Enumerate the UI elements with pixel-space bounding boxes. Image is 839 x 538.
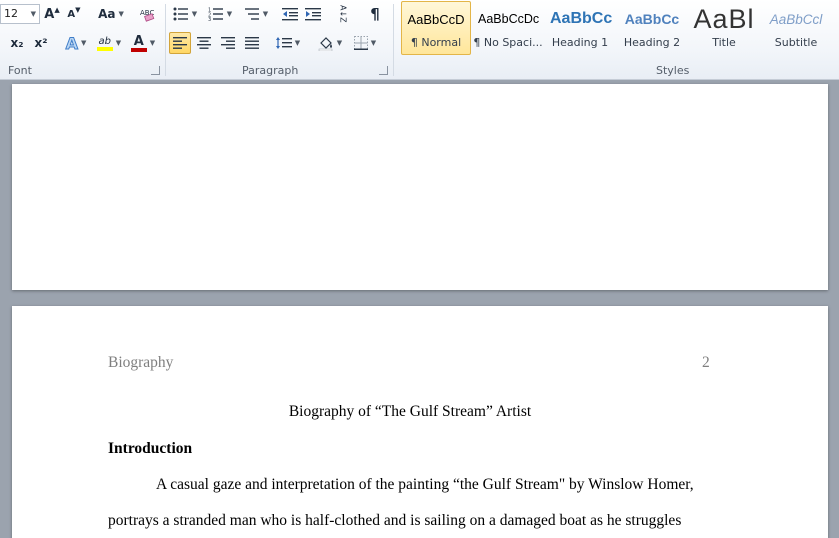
style-title[interactable]: AaBl Title xyxy=(689,1,759,55)
style-sample: AaBbCc xyxy=(624,11,680,27)
bullets-icon xyxy=(173,7,188,21)
paragraph-group-label: Paragraph xyxy=(242,64,299,77)
highlight-color-swatch xyxy=(96,46,113,51)
style-name: Heading 2 xyxy=(623,36,681,49)
style-sample: AaBl xyxy=(693,3,755,34)
paragraph-dialog-launcher-icon[interactable] xyxy=(379,66,388,75)
page-header-text: Biography xyxy=(108,354,174,371)
decrease-indent-icon xyxy=(282,8,298,21)
line-spacing-button[interactable]: ▼ xyxy=(272,32,304,54)
multilevel-list-button[interactable]: ▼ xyxy=(240,3,272,25)
style-no-spacing[interactable]: AaBbCcDc ¶ No Spaci... xyxy=(473,1,543,55)
justify-icon xyxy=(245,37,259,49)
font-color-button[interactable]: A ▼ xyxy=(127,32,159,54)
clear-formatting-icon: ABC xyxy=(140,9,154,22)
style-normal[interactable]: AaBbCcD ¶ Normal xyxy=(401,1,471,55)
text-effects-icon: A xyxy=(65,33,78,53)
increase-indent-icon xyxy=(305,8,321,21)
style-name: Subtitle xyxy=(774,36,818,49)
shrink-font-button[interactable]: A ▼ xyxy=(65,3,83,25)
style-sample: AaBbCc xyxy=(550,10,613,27)
style-name: Title xyxy=(712,36,736,49)
style-name: Heading 1 xyxy=(551,36,609,49)
align-center-button[interactable] xyxy=(193,32,215,54)
ribbon: 12 ▼ A ▲ A ▼ Aa ▼ ABC x₂ x² A ▼ ab ▼ A ▼… xyxy=(0,0,839,80)
font-color-swatch xyxy=(130,47,147,52)
paragraph-line: A casual gaze and interpretation of the … xyxy=(156,476,694,493)
style-name: ¶ Normal xyxy=(410,36,462,49)
sort-button[interactable]: A↓Z xyxy=(332,3,354,25)
group-divider xyxy=(393,4,394,76)
styles-group-label: Styles xyxy=(656,64,690,77)
style-sample: AaBbCcDc xyxy=(478,12,540,26)
style-sample: AaBbCcD xyxy=(407,11,465,27)
chevron-down-icon[interactable]: ▼ xyxy=(31,5,36,23)
justify-button[interactable] xyxy=(241,32,263,54)
multilevel-list-icon xyxy=(244,8,259,20)
font-dialog-launcher-icon[interactable] xyxy=(151,66,160,75)
document-page-2[interactable]: Biography 2 Biography of “The Gulf Strea… xyxy=(12,306,828,538)
align-center-icon xyxy=(197,37,211,49)
grow-font-icon: A xyxy=(44,6,55,22)
borders-icon xyxy=(353,36,368,50)
decrease-indent-button[interactable] xyxy=(279,3,301,25)
font-size-value: 12 xyxy=(4,7,18,20)
section-heading: Introduction xyxy=(108,440,193,457)
document-title: Biography of “The Gulf Stream” Artist xyxy=(288,403,532,420)
superscript-icon: x² xyxy=(34,36,48,50)
font-group-label: Font xyxy=(8,64,32,77)
increase-indent-button[interactable] xyxy=(302,3,324,25)
numbering-icon: 1 2 3 xyxy=(208,8,223,21)
clear-formatting-button[interactable]: ABC xyxy=(136,3,158,25)
font-size-box[interactable]: 12 ▼ xyxy=(0,4,40,24)
align-left-button[interactable] xyxy=(169,32,191,54)
font-color-icon: A xyxy=(133,33,144,49)
align-right-icon xyxy=(221,37,235,49)
text-effects-button[interactable]: A ▼ xyxy=(62,32,90,54)
sort-icon: A↓Z xyxy=(338,5,348,23)
shrink-font-icon: A xyxy=(67,8,76,20)
numbering-button[interactable]: 1 2 3 ▼ xyxy=(204,3,236,25)
paint-bucket-icon xyxy=(318,37,333,51)
style-heading-1[interactable]: AaBbCc Heading 1 xyxy=(545,1,615,55)
styles-group: AaBbCcD ¶ Normal AaBbCcDc ¶ No Spaci... … xyxy=(398,0,839,80)
align-right-button[interactable] xyxy=(217,32,239,54)
borders-button[interactable]: ▼ xyxy=(349,32,381,54)
svg-text:3: 3 xyxy=(208,17,211,21)
grow-font-button[interactable]: A ▲ xyxy=(43,3,61,25)
change-case-button[interactable]: Aa ▼ xyxy=(96,3,126,25)
font-group: 12 ▼ A ▲ A ▼ Aa ▼ ABC x₂ x² A ▼ ab ▼ A ▼… xyxy=(0,0,164,80)
show-formatting-button[interactable]: ¶ xyxy=(364,3,386,25)
paragraph-group: ▼ 1 2 3 ▼ ▼ A↓Z ¶ ▼ ▼ ▼ Paragraph xyxy=(166,0,392,80)
subscript-icon: x₂ xyxy=(10,36,24,50)
align-left-icon xyxy=(173,37,187,49)
shading-button[interactable]: ▼ xyxy=(314,32,346,54)
style-heading-2[interactable]: AaBbCc Heading 2 xyxy=(617,1,687,55)
subscript-button[interactable]: x₂ xyxy=(6,32,28,54)
document-page-1[interactable] xyxy=(12,84,828,290)
style-subtitle[interactable]: AaBbCcl Subtitle xyxy=(761,1,831,55)
highlight-icon: ab xyxy=(98,35,112,47)
bullets-button[interactable]: ▼ xyxy=(170,3,200,25)
style-sample: AaBbCcl xyxy=(769,11,823,27)
pilcrow-icon: ¶ xyxy=(370,5,380,23)
superscript-button[interactable]: x² xyxy=(30,32,52,54)
style-name: ¶ No Spaci... xyxy=(473,36,543,49)
change-case-icon: Aa xyxy=(98,7,116,21)
page-number: 2 xyxy=(702,354,710,371)
paragraph-line: portrays a stranded man who is half-clot… xyxy=(108,512,682,529)
highlight-button[interactable]: ab ▼ xyxy=(93,32,125,54)
line-spacing-icon xyxy=(275,37,292,49)
